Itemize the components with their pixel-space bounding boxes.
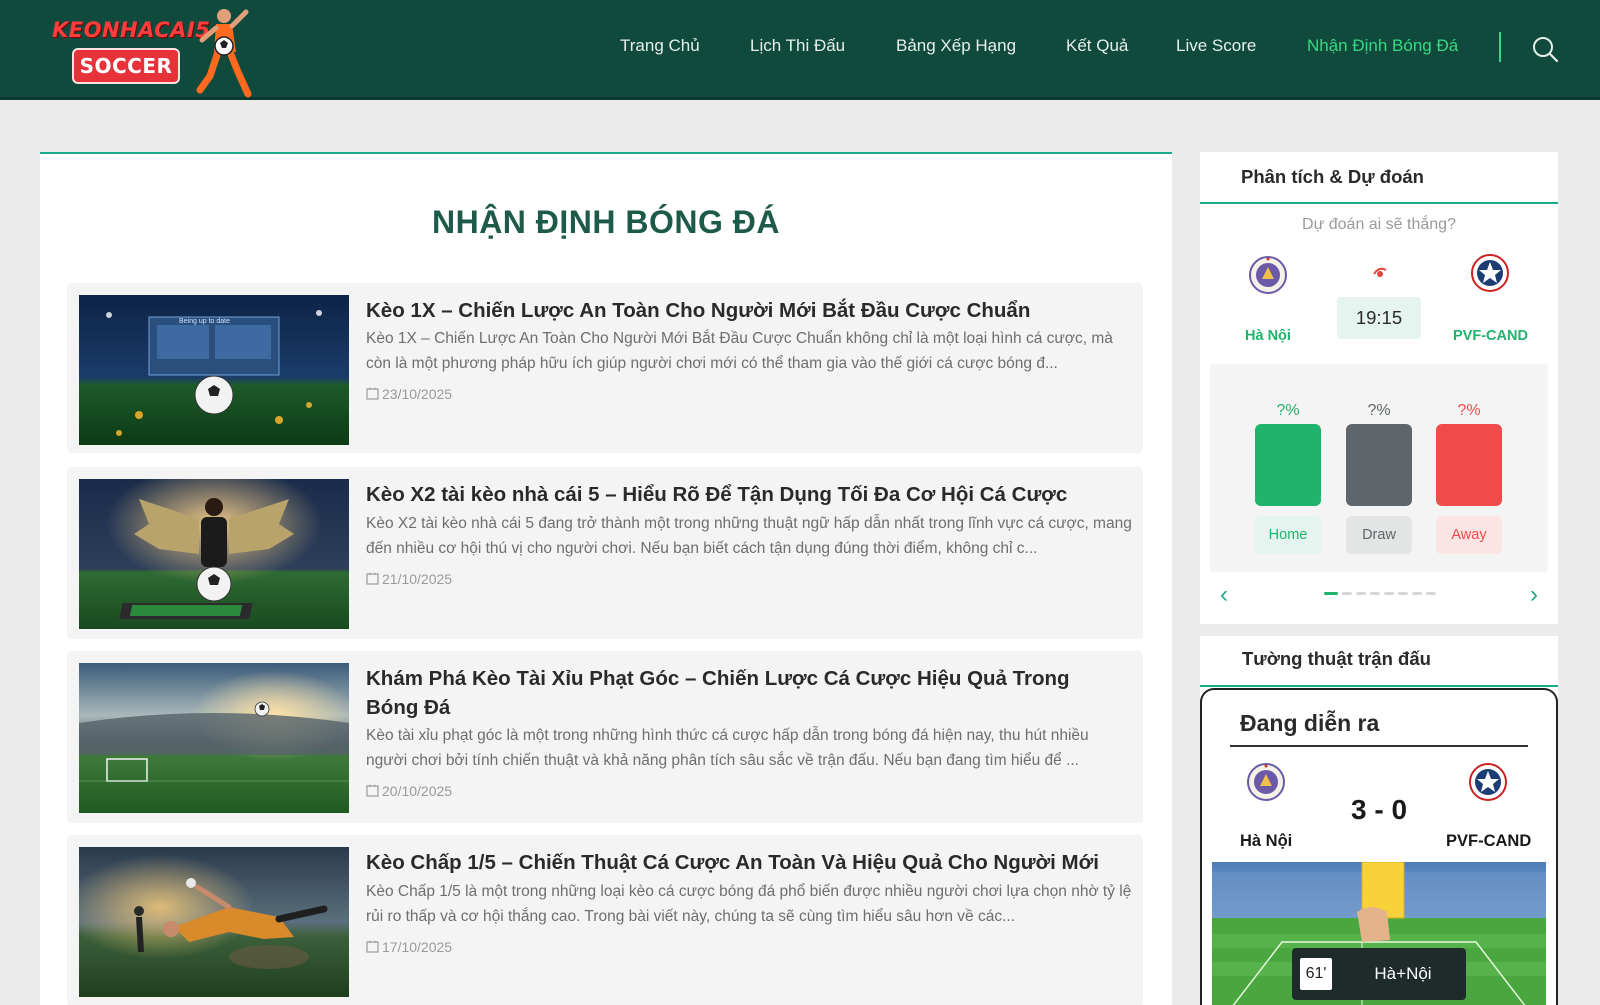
carousel-dot[interactable]	[1398, 592, 1408, 595]
match-event: 61' Hà+Nội	[1292, 948, 1466, 1000]
vote-draw-button[interactable]: Draw	[1346, 516, 1412, 554]
main-panel: NHẬN ĐỊNH BÓNG ĐÁ Being up to date Kèo 1…	[40, 152, 1172, 1005]
vote-away-button[interactable]: Away	[1436, 516, 1502, 554]
stadium-sunset-image	[79, 663, 349, 813]
logo-badge: SOCCER	[72, 48, 180, 84]
home-bar	[1255, 424, 1321, 506]
away-percent: ?%	[1457, 402, 1481, 419]
thumb-caption: Being up to date	[179, 318, 230, 325]
article-card[interactable]: Kèo Chấp 1/5 – Chiến Thuật Cá Cược An To…	[67, 835, 1143, 1005]
away-team-name: PVF-CAND	[1446, 832, 1532, 850]
article-date-text: 23/10/2025	[382, 386, 453, 402]
live-status: Đang diễn ra	[1240, 710, 1380, 736]
article-thumbnail[interactable]	[79, 479, 349, 629]
article-excerpt: Kèo Chấp 1/5 là một trong những loại kèo…	[366, 883, 1132, 925]
draw-percent: ?%	[1367, 402, 1391, 419]
article-excerpt: Kèo 1X – Chiến Lược An Toàn Cho Người Mớ…	[366, 330, 1113, 372]
divider	[1230, 745, 1528, 747]
carousel-dot[interactable]	[1324, 592, 1338, 595]
away-bar	[1436, 424, 1502, 506]
pvf-cand-crest-icon	[1471, 254, 1509, 292]
nav-divider	[1499, 32, 1501, 62]
carousel-dot[interactable]	[1384, 592, 1394, 595]
carousel-dot[interactable]	[1426, 592, 1436, 595]
article-card[interactable]: Being up to date Kèo 1X – Chiến Lược An …	[67, 283, 1143, 453]
article-card[interactable]: Kèo X2 tài kèo nhà cái 5 – Hiểu Rõ Để Tậ…	[67, 467, 1143, 639]
article-date: 21/10/2025	[366, 571, 452, 587]
nav-ket-qua[interactable]: Kết Quả	[1066, 34, 1128, 58]
next-arrow-icon[interactable]: ›	[1524, 583, 1544, 607]
article-date-text: 20/10/2025	[382, 783, 453, 799]
live-match-card[interactable]: Đang diễn ra 3 - 0 Hà Nội PVF-CAND 61' H…	[1200, 688, 1558, 1005]
kickoff-time: 19:15	[1337, 297, 1421, 339]
article-thumbnail[interactable]: Being up to date	[79, 295, 349, 445]
site-logo[interactable]: KEONHACAI5 SOCCER	[50, 6, 252, 98]
article-card[interactable]: Khám Phá Kèo Tài Xỉu Phạt Góc – Chiến Lư…	[67, 651, 1143, 823]
article-date: 20/10/2025	[366, 783, 452, 799]
live-widget-title: Tường thuật trận đấu	[1200, 636, 1558, 687]
carousel-dot[interactable]	[1412, 592, 1422, 595]
stadium-ball-image: Being up to date	[79, 295, 349, 445]
page-title: NHẬN ĐỊNH BÓNG ĐÁ	[431, 204, 781, 240]
footballer-logo-icon	[196, 9, 252, 98]
article-date: 17/10/2025	[366, 939, 452, 955]
article-excerpt: Kèo tài xỉu phạt góc là một trong những …	[366, 727, 1089, 769]
event-team: Hà+Nội	[1374, 964, 1432, 983]
nav-trang-chu[interactable]: Trang Chủ	[620, 34, 700, 58]
carousel-dot[interactable]	[1342, 592, 1352, 595]
article-date: 23/10/2025	[366, 386, 452, 402]
article-title[interactable]: Kèo 1X – Chiến Lược An Toàn Cho Người Mớ…	[366, 296, 1126, 325]
match-score: 3 - 0	[1350, 794, 1408, 825]
home-team-name: Hà Nội	[1245, 328, 1291, 344]
soccer-ball-icon	[1373, 267, 1387, 277]
site-header: KEONHACAI5 SOCCER Trang Chủ Lịch Thi Đấu…	[0, 0, 1600, 100]
goalkeeper-dive-image	[79, 847, 349, 997]
article-date-text: 21/10/2025	[382, 571, 453, 587]
article-title[interactable]: Kèo Chấp 1/5 – Chiến Thuật Cá Cược An To…	[366, 848, 1126, 877]
carousel-dot[interactable]	[1356, 592, 1366, 595]
nav-live-score[interactable]: Live Score	[1176, 34, 1256, 58]
away-team-name: PVF-CAND	[1453, 328, 1528, 344]
article-thumbnail[interactable]	[79, 847, 349, 997]
article-thumbnail[interactable]	[79, 663, 349, 813]
carousel-dot[interactable]	[1370, 592, 1380, 595]
prediction-question: Dự đoán ai sẽ thắng?	[1302, 216, 1456, 233]
calendar-icon	[366, 572, 379, 585]
home-team-name: Hà Nội	[1240, 832, 1293, 850]
event-minute: 61'	[1300, 958, 1332, 990]
vote-area: ?% ?% ?% Home Draw Away	[1210, 364, 1548, 572]
search-icon[interactable]	[1530, 34, 1560, 64]
logo-wordmark: KEONHACAI5	[52, 18, 211, 42]
calendar-icon	[366, 940, 379, 953]
ha-noi-crest-icon	[1249, 256, 1287, 294]
article-excerpt: Kèo X2 tài kèo nhà cái 5 đang trở thành …	[366, 515, 1132, 557]
vote-home-button[interactable]: Home	[1255, 516, 1321, 554]
nav-lich-thi-dau[interactable]: Lịch Thi Đấu	[750, 34, 845, 58]
prediction-widget: Phân tích & Dự đoán Dự đoán ai sẽ thắng?…	[1200, 152, 1558, 624]
prev-arrow-icon[interactable]: ‹	[1214, 583, 1234, 607]
nav-bang-xep-hang[interactable]: Bảng Xếp Hạng	[896, 34, 1016, 58]
draw-bar	[1346, 424, 1412, 506]
article-date-text: 17/10/2025	[382, 939, 453, 955]
nav-nhan-dinh-bong-da[interactable]: Nhận Định Bóng Đá	[1307, 34, 1458, 58]
money-wings-image	[79, 479, 349, 629]
article-title[interactable]: Kèo X2 tài kèo nhà cái 5 – Hiểu Rõ Để Tậ…	[366, 480, 1126, 509]
live-commentary-widget: Tường thuật trận đấu Đang diễn ra 3 - 0 …	[1200, 636, 1558, 1005]
prediction-widget-title: Phân tích & Dự đoán	[1200, 152, 1558, 204]
home-percent: ?%	[1276, 402, 1300, 419]
article-title[interactable]: Khám Phá Kèo Tài Xỉu Phạt Góc – Chiến Lư…	[366, 664, 1126, 722]
calendar-icon	[366, 387, 379, 400]
calendar-icon	[366, 784, 379, 797]
